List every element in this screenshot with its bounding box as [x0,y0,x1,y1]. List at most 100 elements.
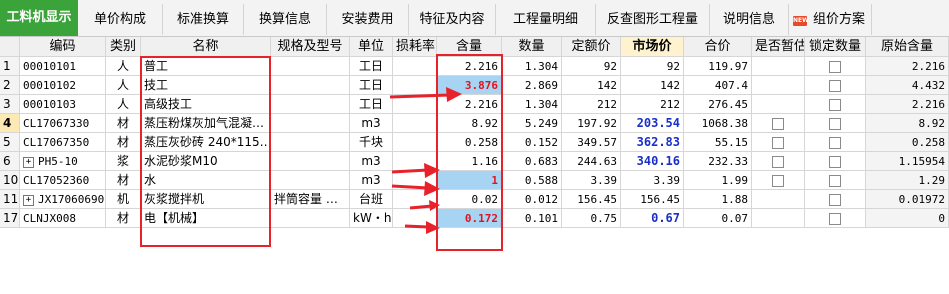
name-cell[interactable]: 灰浆搅拌机 [141,190,271,209]
name-cell[interactable]: 普工 [141,57,271,76]
content-cell[interactable]: 2.216 [437,95,502,114]
estimate-checkbox[interactable] [772,136,784,149]
quota-price-cell[interactable]: 156.45 [562,190,621,209]
lock-cell[interactable] [805,76,866,95]
lock-qty-checkbox[interactable] [829,98,841,111]
content-cell[interactable]: 1 [437,171,502,190]
quantity-cell[interactable]: 2.869 [502,76,562,95]
tab-features[interactable]: 特征及内容 [409,4,496,35]
table-row[interactable]: 1 00010101 人普工 工日 2.216 1.304 92 92 119.97 2.216 [0,57,949,76]
tab-conversion-info[interactable]: 换算信息 [244,4,327,35]
spec-cell[interactable]: 拌筒容量 … [271,190,350,209]
total-cell[interactable]: 55.15 [684,133,752,152]
spec-cell[interactable] [271,133,350,152]
tab-pricing-scheme[interactable]: NEW 组价方案 [789,4,872,35]
spec-cell[interactable] [271,171,350,190]
quota-price-cell[interactable]: 197.92 [562,114,621,133]
header-col-unit[interactable]: 单位 [350,37,393,57]
unit-cell[interactable]: m3 [350,171,393,190]
lock-cell[interactable] [805,133,866,152]
lock-qty-checkbox[interactable] [829,174,841,187]
unit-cell[interactable]: 千块 [350,133,393,152]
name-cell[interactable]: 蒸压灰砂砖 240*115… [141,133,271,152]
code-cell[interactable]: + JX17060690 [20,190,106,209]
market-price-cell[interactable]: 0.67 [621,209,684,228]
total-cell[interactable]: 407.4 [684,76,752,95]
loss-cell[interactable] [393,57,437,76]
unit-cell[interactable]: 工日 [350,76,393,95]
estimate-cell[interactable] [752,190,805,209]
tab-quantity-detail[interactable]: 工程量明细 [496,4,596,35]
spec-cell[interactable] [271,95,350,114]
code-cell[interactable]: CL17052360 [20,171,106,190]
tab-standard-conversion[interactable]: 标准换算 [163,4,244,35]
header-col-name[interactable]: 名称 [141,37,271,57]
lock-qty-checkbox[interactable] [829,117,841,130]
lock-cell[interactable] [805,209,866,228]
market-price-cell[interactable]: 156.45 [621,190,684,209]
lock-qty-checkbox[interactable] [829,79,841,92]
header-col-orig-content[interactable]: 原始含量 [866,37,949,57]
quantity-cell[interactable]: 0.683 [502,152,562,171]
code-cell[interactable]: + PH5-10 [20,152,106,171]
estimate-cell[interactable] [752,171,805,190]
spec-cell[interactable] [271,209,350,228]
content-cell[interactable]: 1.16 [437,152,502,171]
tab-material-display[interactable]: 工料机显示 [0,0,78,36]
estimate-cell[interactable] [752,76,805,95]
loss-cell[interactable] [393,133,437,152]
total-cell[interactable]: 1.88 [684,190,752,209]
quantity-cell[interactable]: 0.588 [502,171,562,190]
header-col-spec[interactable]: 规格及型号 [271,37,350,57]
quota-price-cell[interactable]: 0.75 [562,209,621,228]
tab-reverse-graphic[interactable]: 反查图形工程量 [596,4,710,35]
category-cell[interactable]: 材 [106,114,141,133]
category-cell[interactable]: 浆 [106,152,141,171]
market-price-cell[interactable]: 3.39 [621,171,684,190]
header-col-quantity[interactable]: 数量 [502,37,562,57]
code-cell[interactable]: CL17067350 [20,133,106,152]
table-row[interactable]: 3 00010103 人高级技工 工日 2.216 1.304 212 212 276.45 2.… [0,95,949,114]
tab-description[interactable]: 说明信息 [710,4,789,35]
content-cell[interactable]: 0.172 [437,209,502,228]
quota-price-cell[interactable]: 212 [562,95,621,114]
unit-cell[interactable]: m3 [350,114,393,133]
header-col-quota-price[interactable]: 定额价 [562,37,621,57]
total-cell[interactable]: 276.45 [684,95,752,114]
quota-price-cell[interactable]: 3.39 [562,171,621,190]
estimate-checkbox[interactable] [772,174,784,187]
table-row[interactable]: 17 CLNJX008 材电【机械】 kW・h 0.172 0.101 0.75 0.67 0.… [0,209,949,228]
spec-cell[interactable] [271,114,350,133]
header-col-content[interactable]: 含量 [437,37,502,57]
header-col-lock-qty[interactable]: 锁定数量 [805,37,866,57]
code-cell[interactable]: 00010101 [20,57,106,76]
loss-cell[interactable] [393,152,437,171]
table-row[interactable]: 4 CL17067330 材蒸压粉煤灰加气混凝… m3 8.92 5.249 197.92 2… [0,114,949,133]
estimate-cell[interactable] [752,95,805,114]
quantity-cell[interactable]: 1.304 [502,57,562,76]
loss-cell[interactable] [393,190,437,209]
table-row[interactable]: 10 CL17052360 材水 m3 1 0.588 3.39 3.39 1.99 1.29 [0,171,949,190]
tab-unit-price[interactable]: 单价构成 [78,4,163,35]
name-cell[interactable]: 蒸压粉煤灰加气混凝… [141,114,271,133]
expand-icon[interactable]: + [23,156,34,168]
expand-icon[interactable]: + [23,194,34,206]
unit-cell[interactable]: 工日 [350,95,393,114]
lock-qty-checkbox[interactable] [829,212,841,225]
lock-qty-checkbox[interactable] [829,193,841,206]
unit-cell[interactable]: kW・h [350,209,393,228]
content-cell[interactable]: 3.876 [437,76,502,95]
category-cell[interactable]: 材 [106,171,141,190]
lock-cell[interactable] [805,95,866,114]
spec-cell[interactable] [271,152,350,171]
estimate-cell[interactable] [752,152,805,171]
total-cell[interactable]: 1068.38 [684,114,752,133]
category-cell[interactable]: 人 [106,76,141,95]
content-cell[interactable]: 2.216 [437,57,502,76]
spec-cell[interactable] [271,57,350,76]
category-cell[interactable]: 材 [106,133,141,152]
name-cell[interactable]: 高级技工 [141,95,271,114]
estimate-checkbox[interactable] [772,155,784,168]
quota-price-cell[interactable]: 244.63 [562,152,621,171]
table-row[interactable]: 5 CL17067350 材蒸压灰砂砖 240*115… 千块 0.258 0.152 34… [0,133,949,152]
